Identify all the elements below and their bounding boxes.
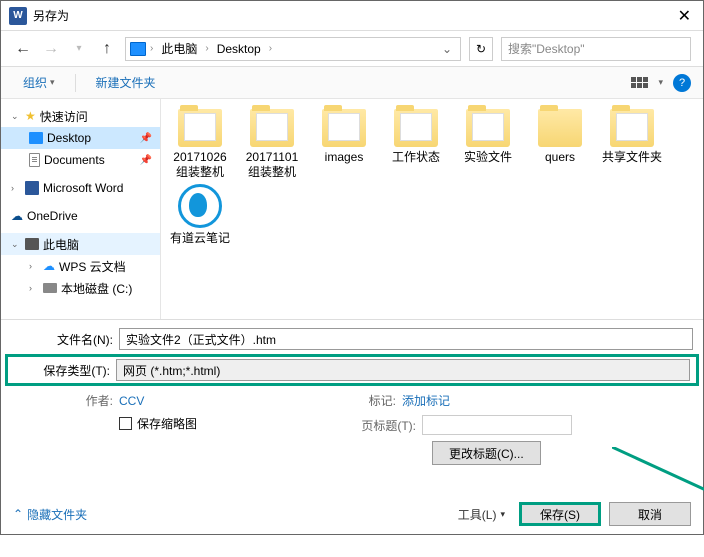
tools-dropdown[interactable]: 工具(L)▾: [458, 506, 505, 523]
folder-icon: [178, 109, 222, 147]
path-dropdown[interactable]: ⌄: [438, 42, 456, 56]
filetype-select[interactable]: [116, 359, 690, 381]
file-label: 共享文件夹: [602, 150, 662, 165]
folder-icon: [250, 109, 294, 147]
organize-button[interactable]: 组织▾: [13, 71, 65, 94]
sidebar-item-pc[interactable]: ⌄此电脑: [1, 233, 160, 255]
nav-bar: ← → ▾ ↑ › 此电脑 › Desktop › ⌄ ↻ 搜索"Desktop…: [1, 31, 703, 67]
pc-icon: [130, 42, 146, 56]
view-dropdown[interactable]: ▾: [658, 77, 663, 88]
cancel-button[interactable]: 取消: [609, 502, 691, 526]
wps-icon: ☁: [43, 259, 55, 273]
folder-icon: [538, 109, 582, 147]
pin-icon: 📌: [140, 133, 152, 144]
checkbox-icon: [119, 417, 132, 430]
author-value[interactable]: CCV: [119, 394, 144, 408]
help-icon[interactable]: ?: [673, 74, 691, 92]
desktop-icon: [29, 132, 43, 144]
filetype-label: 保存类型(T):: [14, 362, 116, 379]
tag-label: 标记:: [352, 392, 402, 409]
sidebar-item-desktop[interactable]: Desktop📌: [1, 127, 160, 149]
breadcrumb-pc[interactable]: 此电脑: [157, 40, 201, 57]
star-icon: ★: [25, 109, 36, 123]
view-mode-button[interactable]: [631, 77, 648, 88]
separator: [75, 74, 76, 92]
sidebar: ⌄★快速访问 Desktop📌 Documents📌 ›Microsoft Wo…: [1, 99, 161, 319]
file-item[interactable]: 20171026组装整机: [169, 109, 231, 180]
pin-icon: 📌: [140, 155, 152, 166]
filetype-highlight: 保存类型(T):: [5, 354, 699, 386]
filename-input[interactable]: [119, 328, 693, 350]
file-label: 实验文件: [464, 150, 512, 165]
titlebar: W 另存为 ✕: [1, 1, 703, 31]
thumbnail-checkbox[interactable]: 保存缩略图: [119, 415, 352, 432]
pc-icon: [25, 238, 39, 250]
file-item[interactable]: 实验文件: [457, 109, 519, 180]
up-button[interactable]: ↑: [97, 39, 117, 59]
back-button[interactable]: ←: [13, 39, 33, 59]
breadcrumb[interactable]: › 此电脑 › Desktop › ⌄: [125, 37, 461, 61]
folder-icon: [394, 109, 438, 147]
new-folder-button[interactable]: 新建文件夹: [86, 71, 166, 94]
sidebar-item-documents[interactable]: Documents📌: [1, 149, 160, 171]
app-icon: [178, 184, 222, 228]
disk-icon: [43, 283, 57, 293]
hide-folders-button[interactable]: ⌃隐藏文件夹: [13, 506, 87, 523]
file-item[interactable]: 20171101组装整机: [241, 109, 303, 180]
author-label: 作者:: [11, 392, 119, 409]
document-icon: [29, 153, 40, 167]
tag-value[interactable]: 添加标记: [402, 392, 450, 409]
file-label: 有道云笔记: [170, 231, 230, 246]
refresh-button[interactable]: ↻: [469, 37, 493, 61]
file-item[interactable]: 有道云笔记: [169, 184, 231, 246]
toolbar: 组织▾ 新建文件夹 ▾ ?: [1, 67, 703, 99]
search-input[interactable]: 搜索"Desktop": [501, 37, 691, 61]
folder-icon: [322, 109, 366, 147]
thumbnail-label: 保存缩略图: [137, 415, 197, 432]
search-placeholder: 搜索"Desktop": [508, 40, 585, 57]
cloud-icon: ☁: [11, 209, 23, 223]
folder-icon: [466, 109, 510, 147]
file-item[interactable]: 工作状态: [385, 109, 447, 180]
form-area: 文件名(N): 保存类型(T): 作者: CCV 保存缩略图 标记: 添加标记: [1, 319, 703, 475]
pagetitle-label: 页标题(T):: [352, 417, 422, 434]
pagetitle-input[interactable]: [422, 415, 572, 435]
footer: ⌃隐藏文件夹 工具(L)▾ 保存(S) 取消: [13, 502, 691, 526]
word-app-icon: W: [9, 7, 27, 25]
close-icon[interactable]: ✕: [674, 6, 695, 26]
file-item[interactable]: images: [313, 109, 375, 180]
chevron-right-icon: ›: [148, 43, 155, 54]
breadcrumb-desktop[interactable]: Desktop: [213, 42, 265, 56]
file-item[interactable]: quers: [529, 109, 591, 180]
chevron-right-icon: ›: [267, 43, 274, 54]
chevron-right-icon: ›: [203, 43, 210, 54]
filename-label: 文件名(N):: [11, 331, 119, 348]
folder-icon: [610, 109, 654, 147]
file-label: 20171026组装整机: [169, 150, 231, 180]
dialog-title: 另存为: [33, 7, 674, 24]
file-list[interactable]: 20171026组装整机 20171101组装整机 images 工作状态 实验文件 qu…: [161, 99, 703, 319]
history-dropdown[interactable]: ▾: [69, 39, 89, 59]
sidebar-item-wps[interactable]: ›☁WPS 云文档: [1, 255, 160, 277]
save-button[interactable]: 保存(S): [519, 502, 601, 526]
file-label: 工作状态: [392, 150, 440, 165]
file-label: quers: [545, 150, 575, 165]
sidebar-item-disk[interactable]: ›本地磁盘 (C:): [1, 277, 160, 299]
change-title-button[interactable]: 更改标题(C)...: [432, 441, 541, 465]
word-icon: [25, 181, 39, 195]
chevron-up-icon: ⌃: [13, 507, 23, 521]
file-label: 20171101组装整机: [241, 150, 303, 180]
sidebar-item-onedrive[interactable]: ☁OneDrive: [1, 205, 160, 227]
sidebar-item-word[interactable]: ›Microsoft Word: [1, 177, 160, 199]
file-item[interactable]: 共享文件夹: [601, 109, 663, 180]
forward-button[interactable]: →: [41, 39, 61, 59]
file-label: images: [325, 150, 364, 165]
sidebar-quick-access[interactable]: ⌄★快速访问: [1, 105, 160, 127]
